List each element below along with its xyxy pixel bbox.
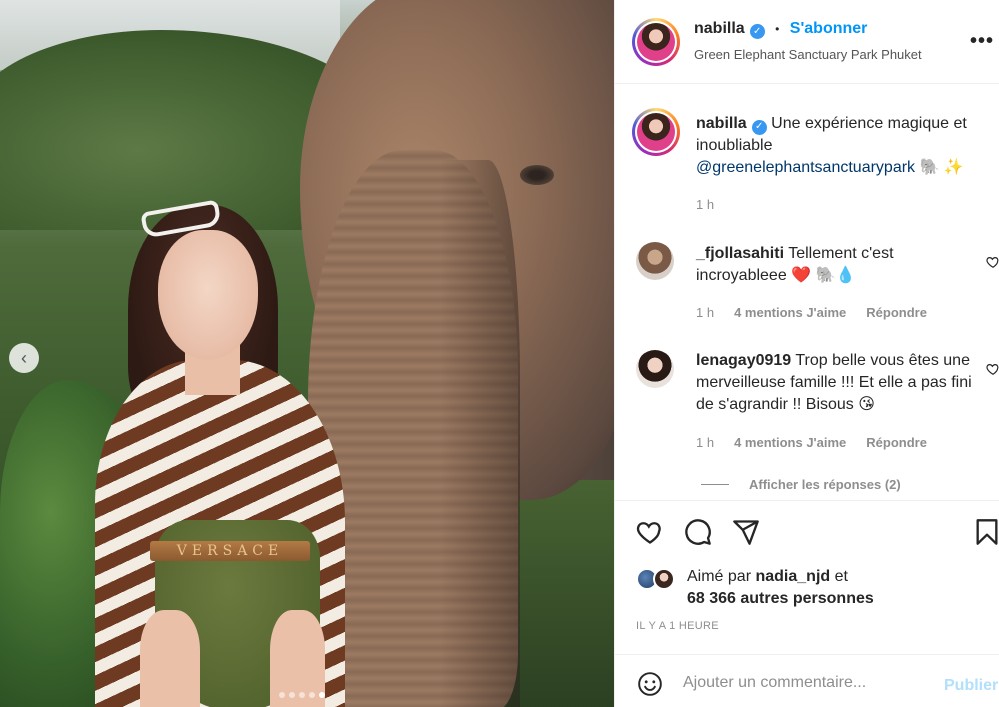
carousel-dot bbox=[309, 692, 315, 698]
chevron-left-icon: ‹ bbox=[21, 347, 27, 368]
comment-username[interactable]: _fjollasahiti bbox=[696, 245, 784, 262]
add-comment-bar: Publier bbox=[615, 654, 999, 707]
photo-trunk-shade bbox=[440, 160, 520, 707]
caption-avatar[interactable] bbox=[632, 108, 680, 156]
more-icon[interactable]: ••• bbox=[970, 30, 994, 53]
share-icon[interactable] bbox=[732, 518, 760, 546]
comment: _fjollasahiti Tellement c'est incroyable… bbox=[696, 243, 986, 287]
location-link[interactable]: Green Elephant Sanctuary Park Phuket bbox=[694, 47, 922, 62]
emoji-icon[interactable] bbox=[637, 671, 663, 697]
photo-woman-face bbox=[158, 230, 258, 360]
caption-emojis: 🐘 ✨ bbox=[919, 159, 964, 176]
carousel-prev-button[interactable]: ‹ bbox=[9, 343, 39, 373]
post-photo[interactable]: VERSACE ‹ bbox=[0, 0, 614, 707]
likes-summary: Aimé par nadia_njd et 68 366 autres pers… bbox=[687, 566, 987, 610]
comment-likes[interactable]: 4 mentions J'aime bbox=[734, 305, 846, 320]
post-header: nabilla ✓ • S'abonner Green Elephant Sanc… bbox=[615, 0, 999, 84]
author-username[interactable]: nabilla bbox=[694, 20, 745, 37]
comment-meta: 1 h 4 mentions J'aime Répondre bbox=[696, 435, 927, 450]
caption-meta: 1 h bbox=[696, 197, 714, 212]
post-actions bbox=[615, 500, 999, 560]
replies-divider bbox=[701, 484, 729, 485]
view-replies-label: Afficher les réponses (2) bbox=[749, 477, 901, 492]
author-avatar[interactable] bbox=[632, 18, 680, 66]
comment: lenagay0919 Trop belle vous êtes une mer… bbox=[696, 350, 986, 416]
caption: nabilla ✓ Une expérience magique et inoub… bbox=[696, 113, 986, 179]
comment-input[interactable] bbox=[683, 671, 938, 695]
comment-icon[interactable] bbox=[684, 518, 712, 546]
commenter-avatar[interactable] bbox=[636, 350, 674, 388]
carousel-dot bbox=[279, 692, 285, 698]
separator: • bbox=[775, 22, 780, 36]
heart-icon[interactable] bbox=[986, 255, 999, 269]
comment-time[interactable]: 1 h bbox=[696, 435, 714, 450]
carousel-dot-active bbox=[319, 692, 325, 698]
photo-belt: VERSACE bbox=[150, 541, 310, 561]
likes-prefix: Aimé par bbox=[687, 568, 752, 585]
comments-list: nabilla ✓ Une expérience magique et inoub… bbox=[615, 85, 999, 500]
reply-button[interactable]: Répondre bbox=[866, 435, 927, 450]
caption-time[interactable]: 1 h bbox=[696, 197, 714, 212]
carousel-dots bbox=[279, 692, 325, 698]
comment-likes[interactable]: 4 mentions J'aime bbox=[734, 435, 846, 450]
view-replies-button[interactable]: Afficher les réponses (2) bbox=[701, 477, 901, 492]
comment-username[interactable]: lenagay0919 bbox=[696, 352, 791, 369]
follow-button[interactable]: S'abonner bbox=[790, 20, 868, 37]
comment-emojis: 😘 bbox=[858, 396, 875, 413]
likes-user[interactable]: nadia_njd bbox=[755, 568, 830, 585]
comment-meta: 1 h 4 mentions J'aime Répondre bbox=[696, 305, 927, 320]
verified-icon: ✓ bbox=[749, 24, 765, 39]
likes-connector: et bbox=[834, 568, 848, 585]
bookmark-icon[interactable] bbox=[973, 518, 999, 546]
commenter-avatar[interactable] bbox=[636, 242, 674, 280]
photo-elephant-eye bbox=[520, 165, 554, 185]
post-comment-button[interactable]: Publier bbox=[944, 677, 998, 695]
reply-button[interactable]: Répondre bbox=[866, 305, 927, 320]
verified-icon: ✓ bbox=[751, 119, 767, 135]
caption-username[interactable]: nabilla bbox=[696, 115, 747, 132]
post-timestamp[interactable]: IL Y A 1 HEURE bbox=[636, 620, 719, 632]
heart-icon[interactable] bbox=[986, 362, 999, 376]
comment-time[interactable]: 1 h bbox=[696, 305, 714, 320]
photo-leg-left bbox=[140, 610, 200, 707]
carousel-dot bbox=[289, 692, 295, 698]
comment-emojis: ❤️ 🐘💧 bbox=[791, 267, 856, 284]
liked-by-avatars bbox=[636, 568, 676, 590]
likes-others[interactable]: 68 366 autres personnes bbox=[687, 590, 874, 607]
caption-mention[interactable]: @greenelephantsanctuarypark bbox=[696, 159, 915, 176]
heart-icon[interactable] bbox=[636, 518, 664, 546]
author-line: nabilla ✓ • S'abonner bbox=[694, 20, 867, 39]
liker-avatar bbox=[653, 568, 675, 590]
carousel-dot bbox=[299, 692, 305, 698]
post-side-panel: nabilla ✓ • S'abonner Green Elephant Sanc… bbox=[614, 0, 999, 707]
